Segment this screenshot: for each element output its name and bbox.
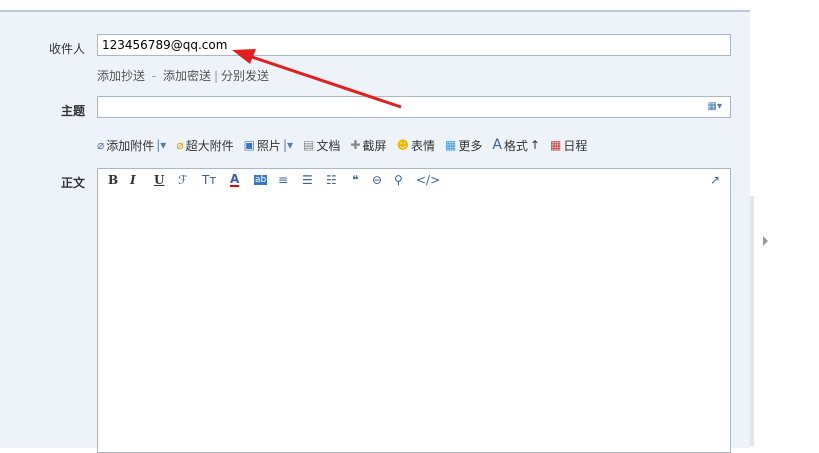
photo-label: 照片: [256, 138, 281, 153]
calendar-icon: ▦: [550, 138, 562, 152]
expand-icon[interactable]: ↗: [710, 173, 720, 187]
subject-label: 主题: [60, 104, 85, 118]
align-icon[interactable]: ≡: [278, 173, 288, 187]
format-label: 格式: [503, 138, 528, 153]
screenshot-label: 截屏: [362, 138, 387, 153]
attachment-toolbar: ⌀ 添加附件 |▾ ⌀ 超大附件 ▣ 照片 |▾ ▤ 文档 ✚ 截屏 ☻ 表情 …: [97, 136, 737, 154]
large-attachment-button[interactable]: ⌀ 超大附件: [176, 137, 233, 154]
body-label: 正文: [60, 176, 85, 190]
format-icon: A: [492, 137, 502, 153]
add-bcc-link[interactable]: 添加密送: [163, 69, 211, 83]
large-attachment-label: 超大附件: [185, 138, 234, 153]
more-icon: ▦: [444, 138, 457, 152]
font-size-icon[interactable]: Tт: [202, 173, 216, 187]
editor-toolbar: B I U ℱ Tт A ab ≡ ☰ ☷ ❝ ⊖ ⚲ </> ↗: [97, 168, 731, 194]
bg-color-icon[interactable]: ab: [254, 175, 268, 185]
more-button[interactable]: ▦ 更多: [445, 137, 482, 154]
calendar-button[interactable]: ▦ 日程: [550, 137, 587, 154]
large-attachment-icon: ⌀: [176, 138, 184, 152]
document-icon: ▤: [303, 138, 315, 152]
cc-separator: -: [148, 69, 160, 83]
link-icon[interactable]: ⊖: [372, 173, 382, 187]
bold-icon[interactable]: B: [108, 173, 118, 187]
photo-button[interactable]: ▣ 照片 |▾: [244, 137, 293, 154]
screenshot-icon: ✚: [350, 138, 361, 152]
editor-body[interactable]: [97, 193, 731, 453]
add-cc-link[interactable]: 添加抄送: [97, 69, 145, 83]
emoji-label: 表情: [410, 138, 435, 153]
photo-icon: ▣: [243, 138, 255, 152]
format-toggle-icon: ↑: [529, 138, 540, 152]
calendar-label: 日程: [563, 138, 588, 153]
list-icon[interactable]: ☰: [302, 173, 313, 187]
sidebar-collapse-strip[interactable]: [750, 196, 754, 446]
document-label: 文档: [316, 138, 341, 153]
underline-icon[interactable]: U: [154, 173, 164, 187]
cc-links: 添加抄送 - 添加密送 | 分别发送: [97, 67, 269, 84]
indent-icon[interactable]: ☷: [326, 173, 337, 187]
recipient-value: 123456789@qq.com: [102, 38, 228, 52]
format-button[interactable]: A 格式 ↑: [492, 137, 540, 154]
photo-dropdown-icon[interactable]: |▾: [283, 138, 293, 152]
add-attachment-dropdown-icon[interactable]: |▾: [156, 138, 166, 152]
more-label: 更多: [458, 138, 483, 153]
font-family-icon[interactable]: ℱ: [178, 173, 187, 187]
stationery-grid-icon[interactable]: ▦▾: [708, 101, 722, 112]
italic-icon[interactable]: I: [130, 173, 136, 187]
recipient-input[interactable]: 123456789@qq.com: [97, 34, 731, 56]
html-source-icon[interactable]: </>: [416, 173, 440, 187]
separate-send-link[interactable]: 分别发送: [221, 69, 269, 83]
quote-icon[interactable]: ❝: [352, 173, 358, 187]
screenshot-button[interactable]: ✚ 截屏: [350, 137, 386, 154]
document-button[interactable]: ▤ 文档: [303, 137, 340, 154]
emoji-icon: ☻: [396, 138, 409, 152]
paperclip-icon: ⌀: [97, 138, 105, 152]
recipient-label: 收件人: [48, 42, 85, 56]
collapse-arrow-icon[interactable]: [763, 236, 768, 246]
bcc-separator: |: [214, 69, 219, 83]
clear-format-icon[interactable]: ⚲: [394, 173, 403, 187]
subject-input[interactable]: ▦▾: [97, 96, 731, 118]
add-attachment-button[interactable]: ⌀ 添加附件 |▾: [97, 137, 166, 154]
add-attachment-label: 添加附件: [106, 138, 155, 153]
font-color-icon[interactable]: A: [230, 173, 240, 187]
emoji-button[interactable]: ☻ 表情: [396, 137, 435, 154]
